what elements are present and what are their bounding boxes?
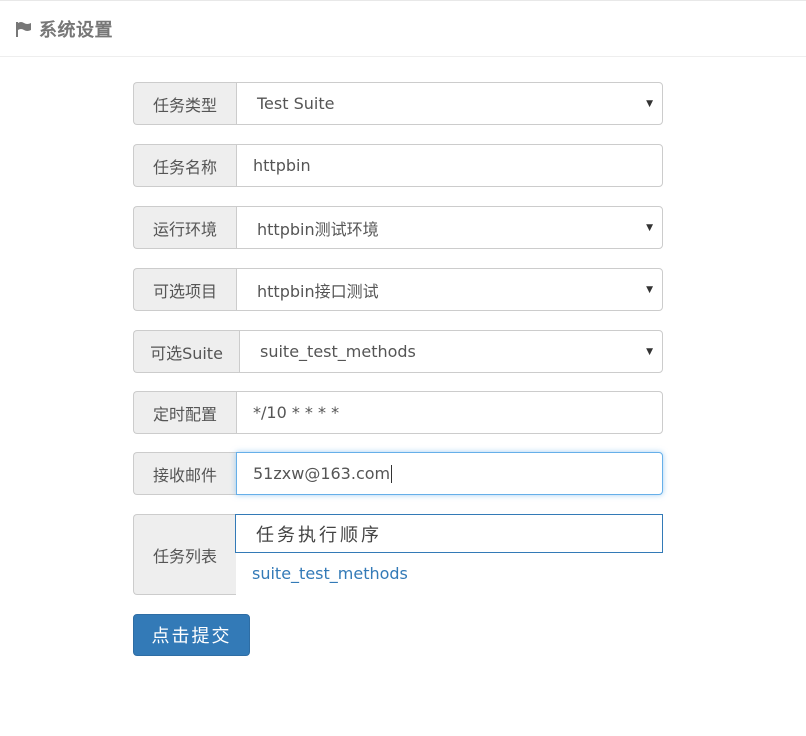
task-type-row: 任务类型 Test Suite ▼	[133, 82, 663, 125]
schedule-row: 定时配置 */10 * * * *	[133, 391, 663, 434]
task-name-value: httpbin	[253, 156, 311, 175]
email-input[interactable]: 51zxw@163.com	[236, 452, 663, 495]
task-type-select[interactable]: Test Suite ▼	[236, 82, 663, 125]
suite-select[interactable]: suite_test_methods ▼	[239, 330, 663, 373]
flag-icon	[16, 21, 31, 37]
suite-label: 可选Suite	[133, 330, 239, 373]
text-cursor	[391, 464, 393, 483]
task-list-row: 任务列表 任务执行顺序 suite_test_methods	[133, 514, 663, 595]
suite-value: suite_test_methods	[260, 342, 416, 361]
schedule-label: 定时配置	[133, 391, 236, 434]
project-label: 可选项目	[133, 268, 236, 311]
task-list-header: 任务执行顺序	[235, 514, 663, 553]
email-row: 接收邮件 51zxw@163.com	[133, 452, 663, 495]
page-title: 系统设置	[39, 19, 113, 41]
task-name-label: 任务名称	[133, 144, 236, 187]
page-header: 系统设置	[0, 0, 806, 57]
task-type-label: 任务类型	[133, 82, 236, 125]
run-env-label: 运行环境	[133, 206, 236, 249]
run-env-row: 运行环境 httpbin测试环境 ▼	[133, 206, 663, 249]
project-select[interactable]: httpbin接口测试 ▼	[236, 268, 663, 311]
email-label: 接收邮件	[133, 452, 236, 495]
schedule-input[interactable]: */10 * * * *	[236, 391, 663, 434]
run-env-select[interactable]: httpbin测试环境 ▼	[236, 206, 663, 249]
caret-down-icon: ▼	[646, 284, 653, 295]
schedule-value: */10 * * * *	[253, 403, 340, 422]
project-value: httpbin接口测试	[257, 281, 379, 301]
caret-down-icon: ▼	[646, 98, 653, 109]
task-name-row: 任务名称 httpbin	[133, 144, 663, 187]
task-type-value: Test Suite	[257, 94, 335, 113]
project-row: 可选项目 httpbin接口测试 ▼	[133, 268, 663, 311]
submit-button[interactable]: 点击提交	[133, 614, 250, 656]
task-name-input[interactable]: httpbin	[236, 144, 663, 187]
caret-down-icon: ▼	[646, 346, 653, 357]
suite-row: 可选Suite suite_test_methods ▼	[133, 330, 663, 373]
run-env-value: httpbin测试环境	[257, 219, 379, 239]
email-value: 51zxw@163.com	[253, 464, 391, 483]
task-list-item[interactable]: suite_test_methods	[252, 564, 408, 583]
task-list-label: 任务列表	[133, 514, 236, 595]
caret-down-icon: ▼	[646, 222, 653, 233]
